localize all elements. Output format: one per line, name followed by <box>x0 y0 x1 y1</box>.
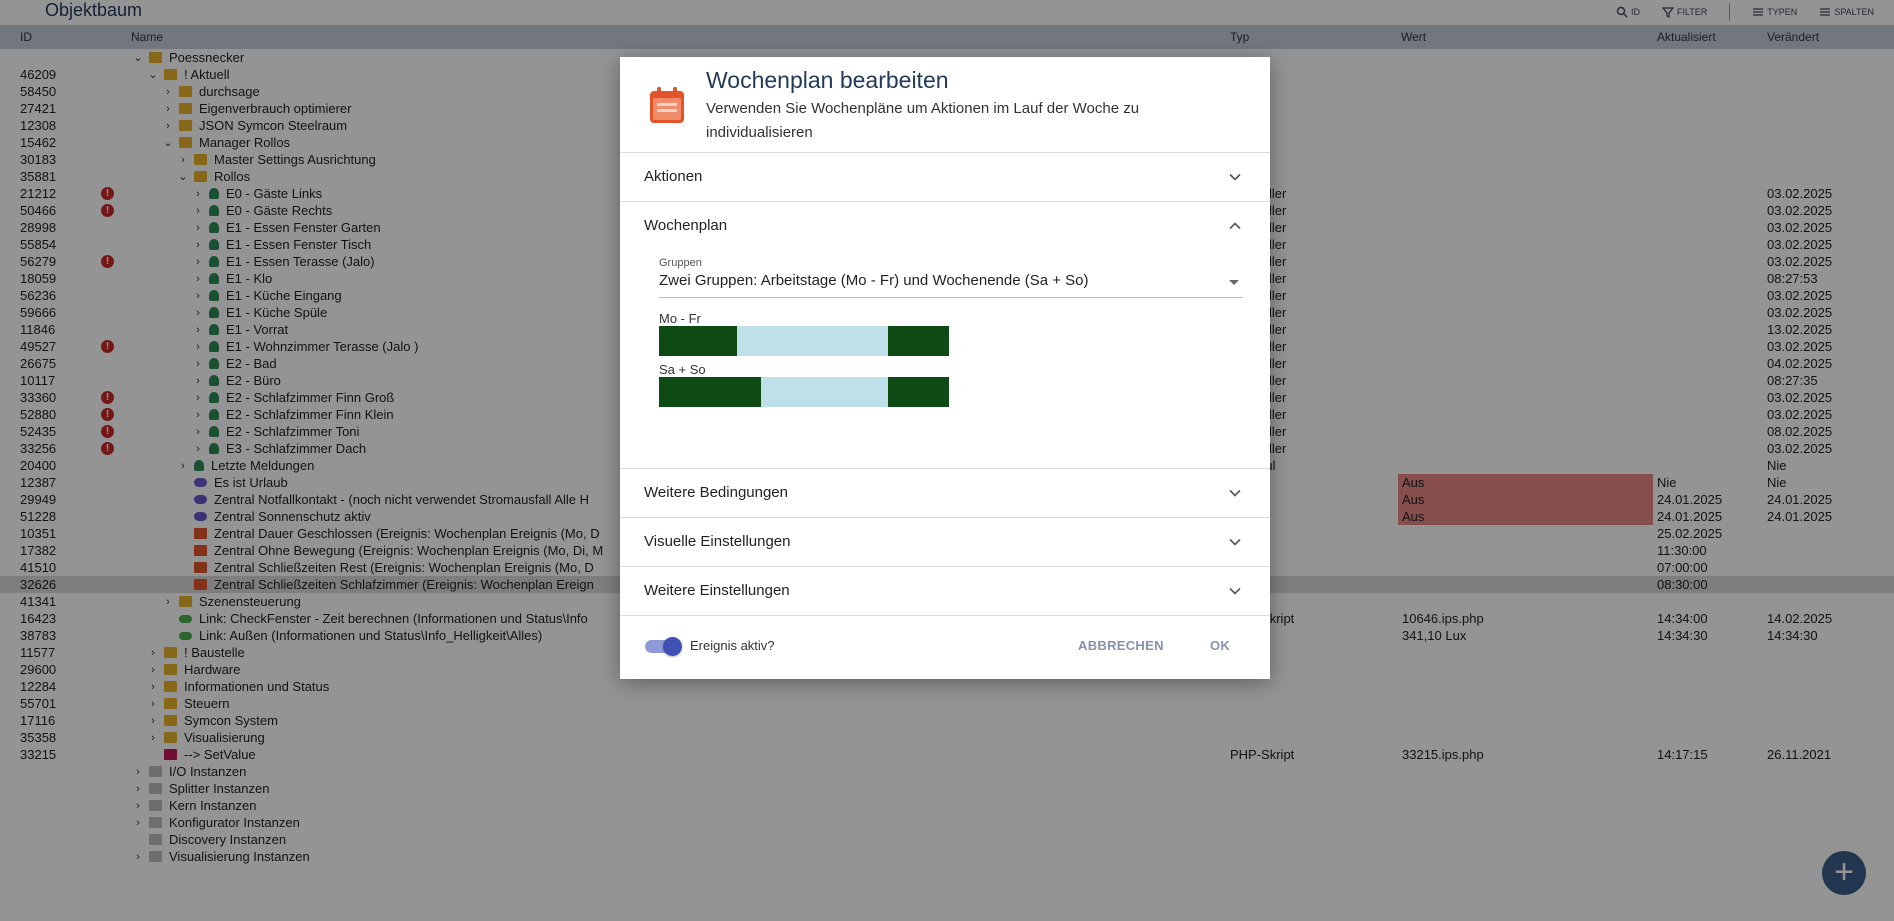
dialog-subtitle: Verwenden Sie Wochenpläne um Aktionen im… <box>706 100 1140 141</box>
chevron-down-icon <box>1229 489 1241 497</box>
schedule-segment-active[interactable] <box>888 326 949 356</box>
chevron-down-icon <box>1229 173 1241 181</box>
cancel-button[interactable]: ABBRECHEN <box>1078 638 1164 653</box>
section-title: Weitere Bedingungen <box>644 484 788 501</box>
toggle-knob <box>663 637 682 656</box>
wochenplan-content: Gruppen Zwei Gruppen: Arbeitstage (Mo - … <box>620 251 1270 469</box>
day-group-label: Mo - Fr <box>659 311 701 326</box>
groups-label: Gruppen <box>659 257 702 269</box>
groups-select[interactable]: Zwei Gruppen: Arbeitstage (Mo - Fr) und … <box>659 272 1243 298</box>
schedule-segment-active[interactable] <box>888 377 949 407</box>
calendar-icon <box>650 87 684 123</box>
dialog-header: Wochenplan bearbeiten Verwenden Sie Woch… <box>620 57 1270 153</box>
schedule-segment-inactive[interactable] <box>737 326 889 356</box>
section-weitere-einstellungen[interactable]: Weitere Einstellungen <box>620 567 1270 616</box>
chevron-up-icon <box>1229 222 1241 230</box>
groups-select-value: Zwei Gruppen: Arbeitstage (Mo - Fr) und … <box>659 272 1089 289</box>
schedule-segment-active[interactable] <box>659 377 761 407</box>
schedule-bar[interactable] <box>659 377 949 407</box>
section-title: Aktionen <box>644 168 703 185</box>
day-group-label: Sa + So <box>659 362 706 377</box>
section-title: Visuelle Einstellungen <box>644 533 791 550</box>
weekplan-dialog: Wochenplan bearbeiten Verwenden Sie Woch… <box>620 57 1270 679</box>
schedule-bar[interactable] <box>659 326 949 356</box>
section-visuelle-einstellungen[interactable]: Visuelle Einstellungen <box>620 518 1270 567</box>
chevron-down-icon <box>1229 587 1241 595</box>
section-aktionen[interactable]: Aktionen <box>620 153 1270 202</box>
dropdown-arrow-icon <box>1229 280 1239 285</box>
chevron-down-icon <box>1229 538 1241 546</box>
section-weitere-bedingungen[interactable]: Weitere Bedingungen <box>620 469 1270 518</box>
dialog-title: Wochenplan bearbeiten <box>706 67 949 93</box>
event-active-toggle[interactable] <box>645 637 683 656</box>
event-active-label: Ereignis aktiv? <box>690 638 775 653</box>
schedule-segment-inactive[interactable] <box>760 377 889 407</box>
schedule-segment-active[interactable] <box>659 326 738 356</box>
section-title: Weitere Einstellungen <box>644 582 790 599</box>
dialog-footer: Ereignis aktiv? ABBRECHEN OK <box>620 616 1270 678</box>
section-wochenplan[interactable]: Wochenplan <box>620 202 1270 251</box>
section-title: Wochenplan <box>644 217 728 234</box>
ok-button[interactable]: OK <box>1210 638 1230 653</box>
